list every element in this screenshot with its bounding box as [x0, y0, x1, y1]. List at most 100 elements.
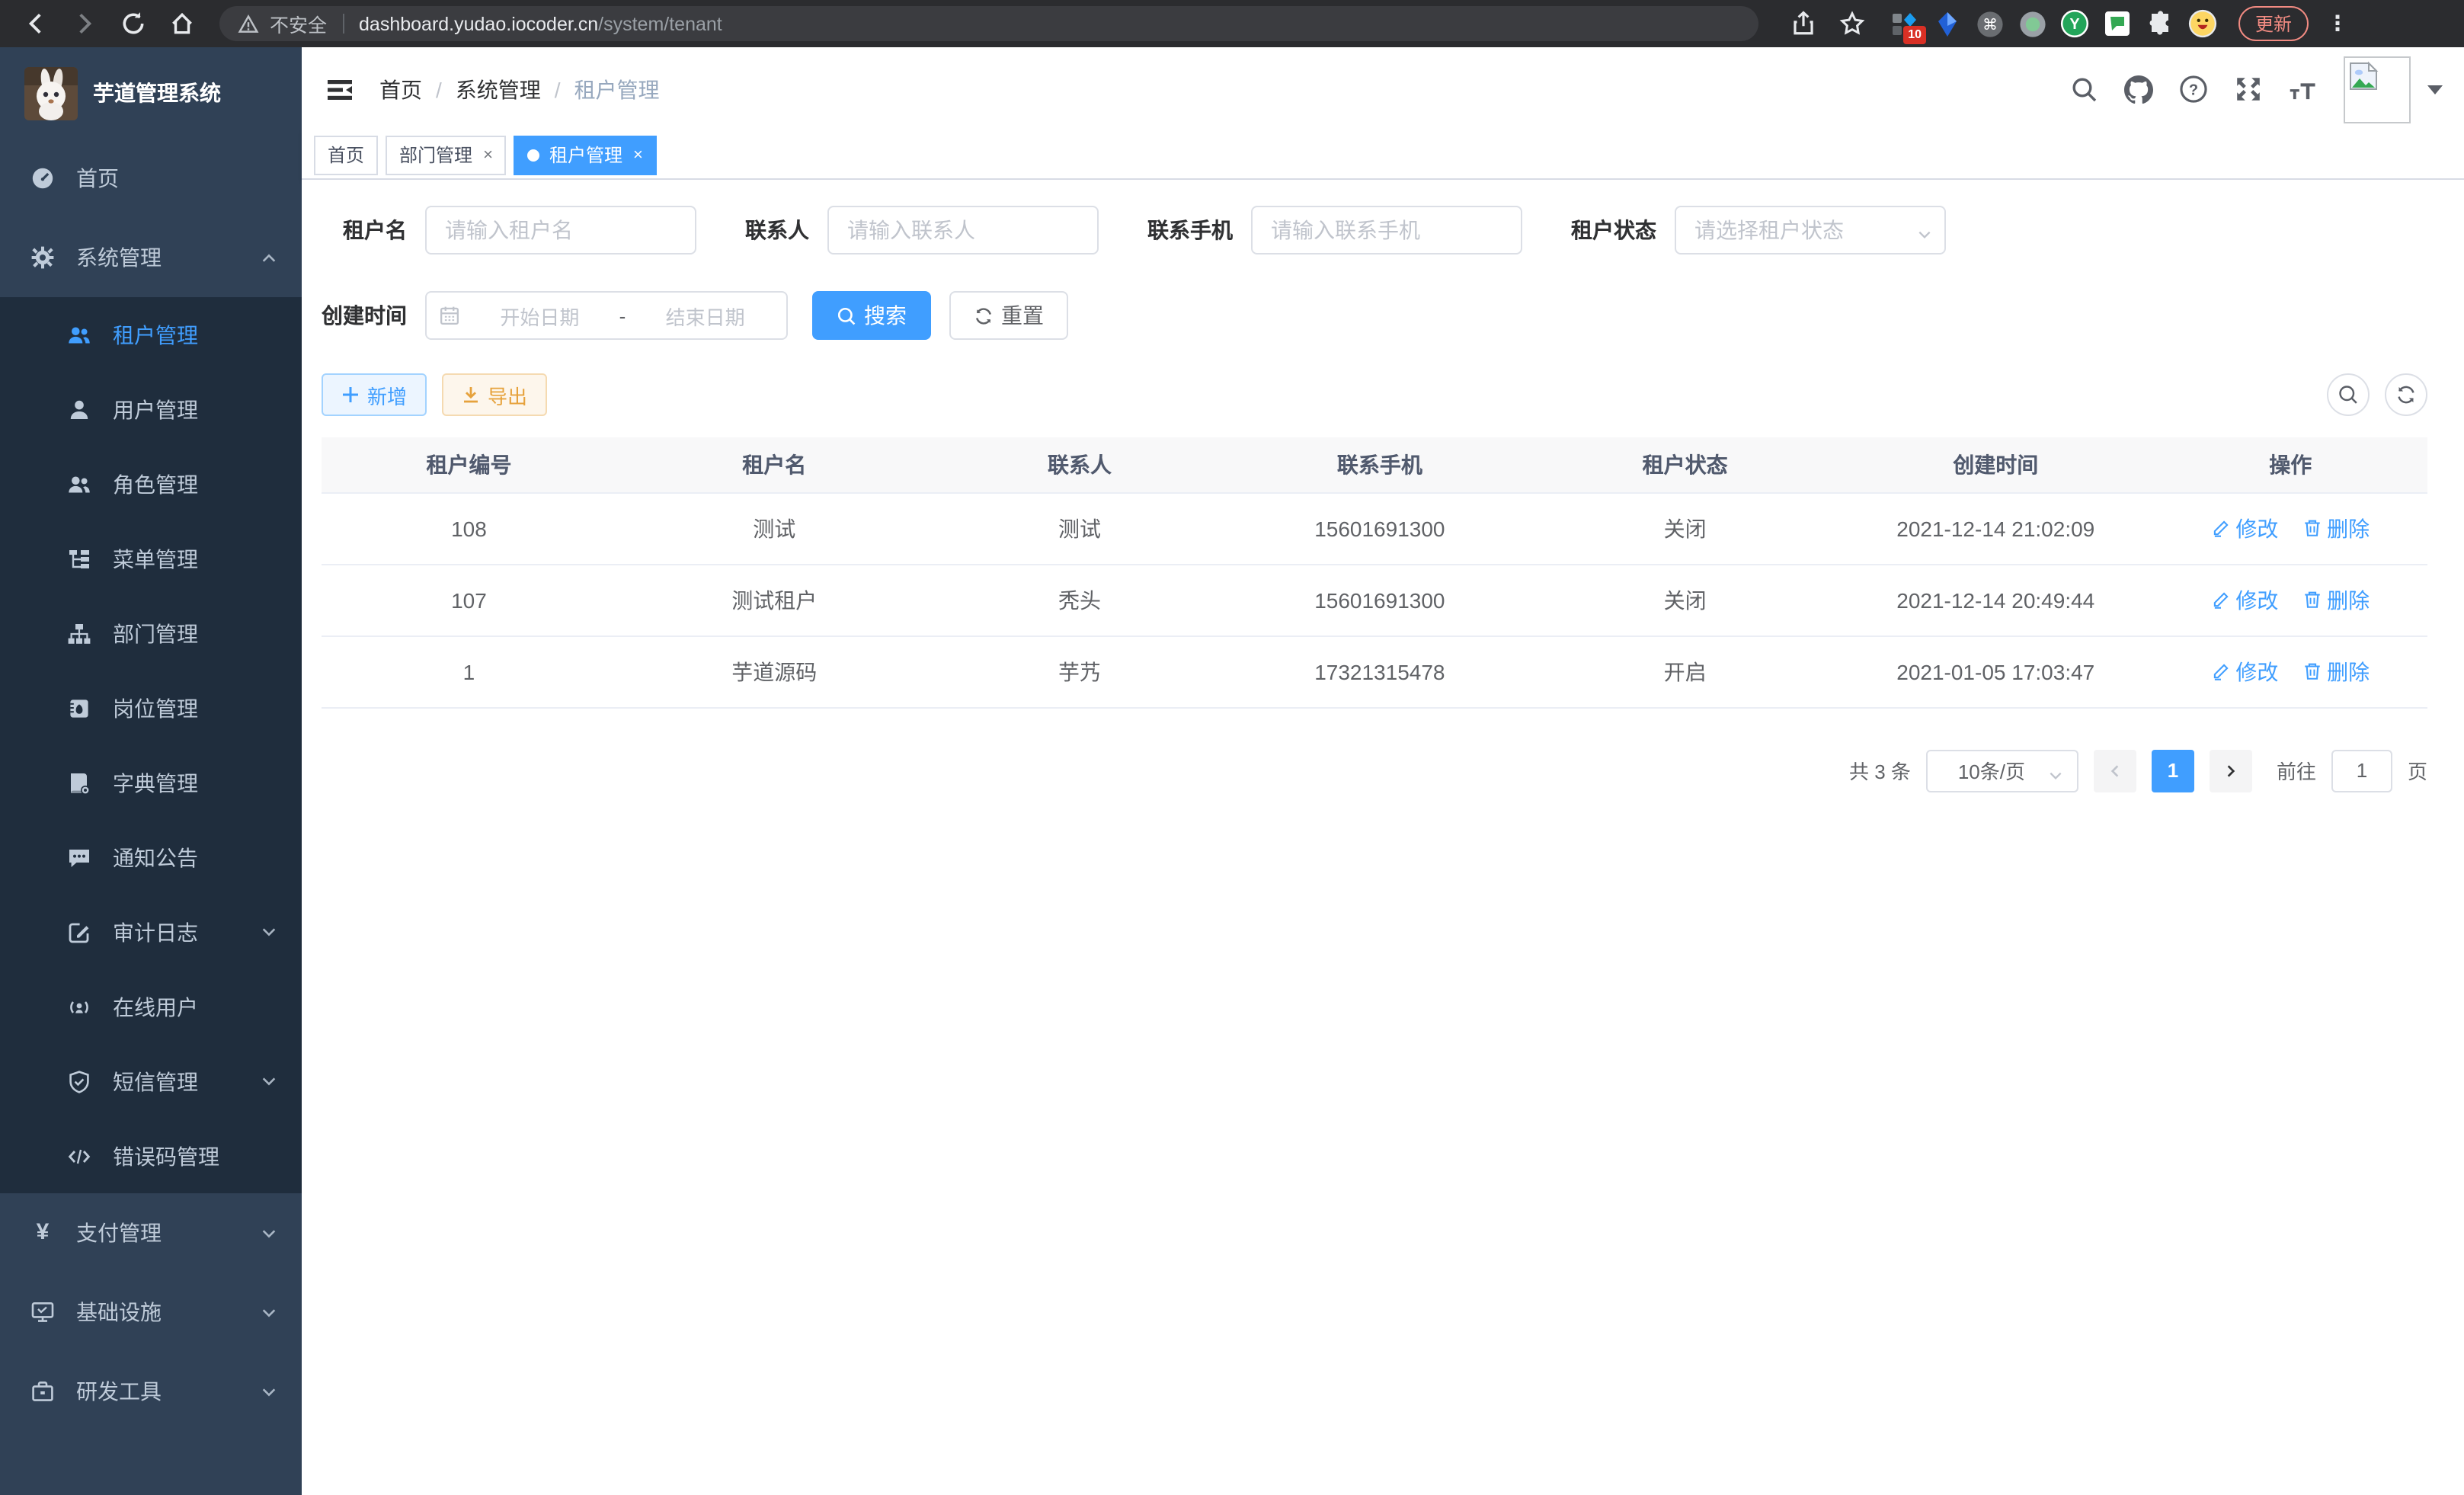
goto-page-input[interactable]	[2331, 749, 2392, 792]
shield-check-icon	[67, 1069, 91, 1093]
url-host: dashboard.yudao.iocoder.cn	[359, 13, 598, 34]
tenant-name-label: 租户名	[322, 215, 407, 245]
ext-command-icon[interactable]: ⌘	[1975, 9, 2004, 38]
svg-text:Y: Y	[2069, 16, 2079, 33]
bookmark-star-icon[interactable]	[1838, 10, 1865, 37]
people-icon	[67, 472, 91, 496]
download-icon	[462, 386, 480, 404]
ext-y-icon[interactable]: Y	[2060, 9, 2089, 38]
browser-menu-icon[interactable]: ⋮	[2327, 11, 2348, 37]
sidebar-item-audit-log[interactable]: 审计日志	[0, 895, 302, 969]
close-icon[interactable]: ×	[483, 146, 493, 164]
home-icon[interactable]	[168, 10, 195, 37]
edit-pen-icon	[2211, 518, 2231, 538]
reset-button[interactable]: 重置	[949, 291, 1068, 340]
sidebar-item-pay[interactable]: ¥ 支付管理	[0, 1193, 302, 1273]
ext-kite-icon[interactable]	[1932, 9, 1961, 38]
sidebar-item-system[interactable]: 系统管理	[0, 218, 302, 297]
share-icon[interactable]	[1789, 10, 1816, 37]
page-number-current[interactable]: 1	[2152, 749, 2194, 792]
breadcrumb-system[interactable]: 系统管理	[456, 74, 541, 104]
col-created: 创建时间	[1838, 437, 2154, 492]
monitor-icon	[30, 1300, 55, 1324]
tab-tenant-active[interactable]: 租户管理×	[514, 135, 657, 174]
forward-icon[interactable]	[70, 10, 98, 37]
date-range-picker[interactable]: 开始日期 - 结束日期	[425, 291, 788, 340]
url-path: /system/tenant	[598, 13, 722, 34]
tab-dept[interactable]: 部门管理×	[386, 135, 507, 174]
delete-link[interactable]: 删除	[2302, 584, 2370, 615]
col-contact: 联系人	[933, 437, 1227, 492]
filter-row-2: 创建时间 开始日期 - 结束日期 搜索 重置	[322, 291, 2427, 340]
add-button[interactable]: 新增	[322, 373, 427, 416]
sidebar-item-sms[interactable]: 短信管理	[0, 1044, 302, 1119]
edit-pen-icon	[2211, 590, 2231, 610]
sidebar-item-user[interactable]: 用户管理	[0, 372, 302, 447]
chrome-update-button[interactable]: 更新	[2238, 6, 2309, 41]
not-secure-icon	[238, 13, 259, 34]
search-button[interactable]: 搜索	[812, 291, 931, 340]
plus-icon	[341, 386, 360, 404]
edit-link[interactable]: 修改	[2211, 513, 2278, 543]
header-search-icon[interactable]	[2069, 75, 2098, 104]
address-bar[interactable]: 不安全 dashboard.yudao.iocoder.cn/system/te…	[219, 6, 1758, 41]
sidebar-item-home[interactable]: 首页	[0, 139, 302, 218]
user-avatar-broken-image[interactable]	[2344, 56, 2411, 123]
status-text: 关闭	[1532, 492, 1838, 564]
refresh-table-button[interactable]	[2385, 373, 2427, 416]
ext-chat-icon[interactable]	[2103, 9, 2132, 38]
tab-home[interactable]: 首页	[314, 135, 378, 174]
avatar-caret-icon[interactable]	[2427, 85, 2443, 94]
table-header-row: 租户编号 租户名 联系人 联系手机 租户状态 创建时间 操作	[322, 437, 2427, 492]
col-tenant-id: 租户编号	[322, 437, 616, 492]
sidebar-item-notice[interactable]: 通知公告	[0, 820, 302, 895]
chevron-down-icon	[261, 1383, 277, 1400]
toggle-search-button[interactable]	[2327, 373, 2370, 416]
contact-input[interactable]	[827, 206, 1099, 255]
delete-link[interactable]: 删除	[2302, 513, 2370, 543]
sidebar-item-infra[interactable]: 基础设施	[0, 1273, 302, 1352]
chevron-down-icon	[261, 924, 277, 940]
next-page-button[interactable]	[2210, 749, 2252, 792]
fullscreen-icon[interactable]	[2234, 75, 2263, 104]
edit-link[interactable]: 修改	[2211, 584, 2278, 615]
sidebar-item-tenant[interactable]: 租户管理	[0, 297, 302, 372]
code-icon	[67, 1144, 91, 1168]
sidebar-item-devtool[interactable]: 研发工具	[0, 1352, 302, 1431]
col-tenant-name: 租户名	[616, 437, 933, 492]
svg-text:?: ?	[2189, 82, 2198, 98]
profile-avatar-icon[interactable]	[2188, 9, 2217, 38]
sidebar-item-dept[interactable]: 部门管理	[0, 596, 302, 671]
sidebar-item-role[interactable]: 角色管理	[0, 447, 302, 521]
status-select[interactable]	[1675, 206, 1946, 255]
ext-tag-assistant-icon[interactable]: 10	[1890, 9, 1918, 38]
collapse-sidebar-icon[interactable]	[325, 74, 355, 104]
reload-icon[interactable]	[119, 10, 146, 37]
tenant-name-input[interactable]	[425, 206, 696, 255]
help-icon[interactable]: ?	[2179, 75, 2208, 104]
back-icon[interactable]	[21, 10, 49, 37]
yen-icon: ¥	[30, 1221, 55, 1245]
export-button[interactable]: 导出	[442, 373, 547, 416]
page-size-select[interactable]: 10条/页	[1926, 749, 2078, 792]
font-size-icon[interactable]	[2289, 75, 2318, 104]
sidebar-item-post[interactable]: 岗位管理	[0, 671, 302, 745]
breadcrumb-home[interactable]: 首页	[379, 74, 422, 104]
breadcrumb: 首页 / 系统管理 / 租户管理	[379, 74, 660, 104]
prev-page-button[interactable]	[2094, 749, 2136, 792]
sidebar-item-online-user[interactable]: 在线用户	[0, 969, 302, 1044]
github-icon[interactable]	[2124, 75, 2153, 104]
sidebar-item-dict[interactable]: 字典管理	[0, 745, 302, 820]
delete-link[interactable]: 删除	[2302, 656, 2370, 687]
chevron-down-icon	[261, 1304, 277, 1321]
close-icon[interactable]: ×	[633, 146, 643, 164]
edit-link[interactable]: 修改	[2211, 656, 2278, 687]
ext-badge: 10	[1903, 26, 1926, 44]
select-caret-icon	[2048, 764, 2063, 780]
mobile-input[interactable]	[1251, 206, 1522, 255]
ext-recorder-icon[interactable]	[2018, 9, 2046, 38]
sidebar-item-menu[interactable]: 菜单管理	[0, 521, 302, 596]
sidebar-item-errcode[interactable]: 错误码管理	[0, 1119, 302, 1193]
extensions-puzzle-icon[interactable]	[2146, 9, 2174, 38]
total-count: 共 3 条	[1849, 756, 1911, 785]
